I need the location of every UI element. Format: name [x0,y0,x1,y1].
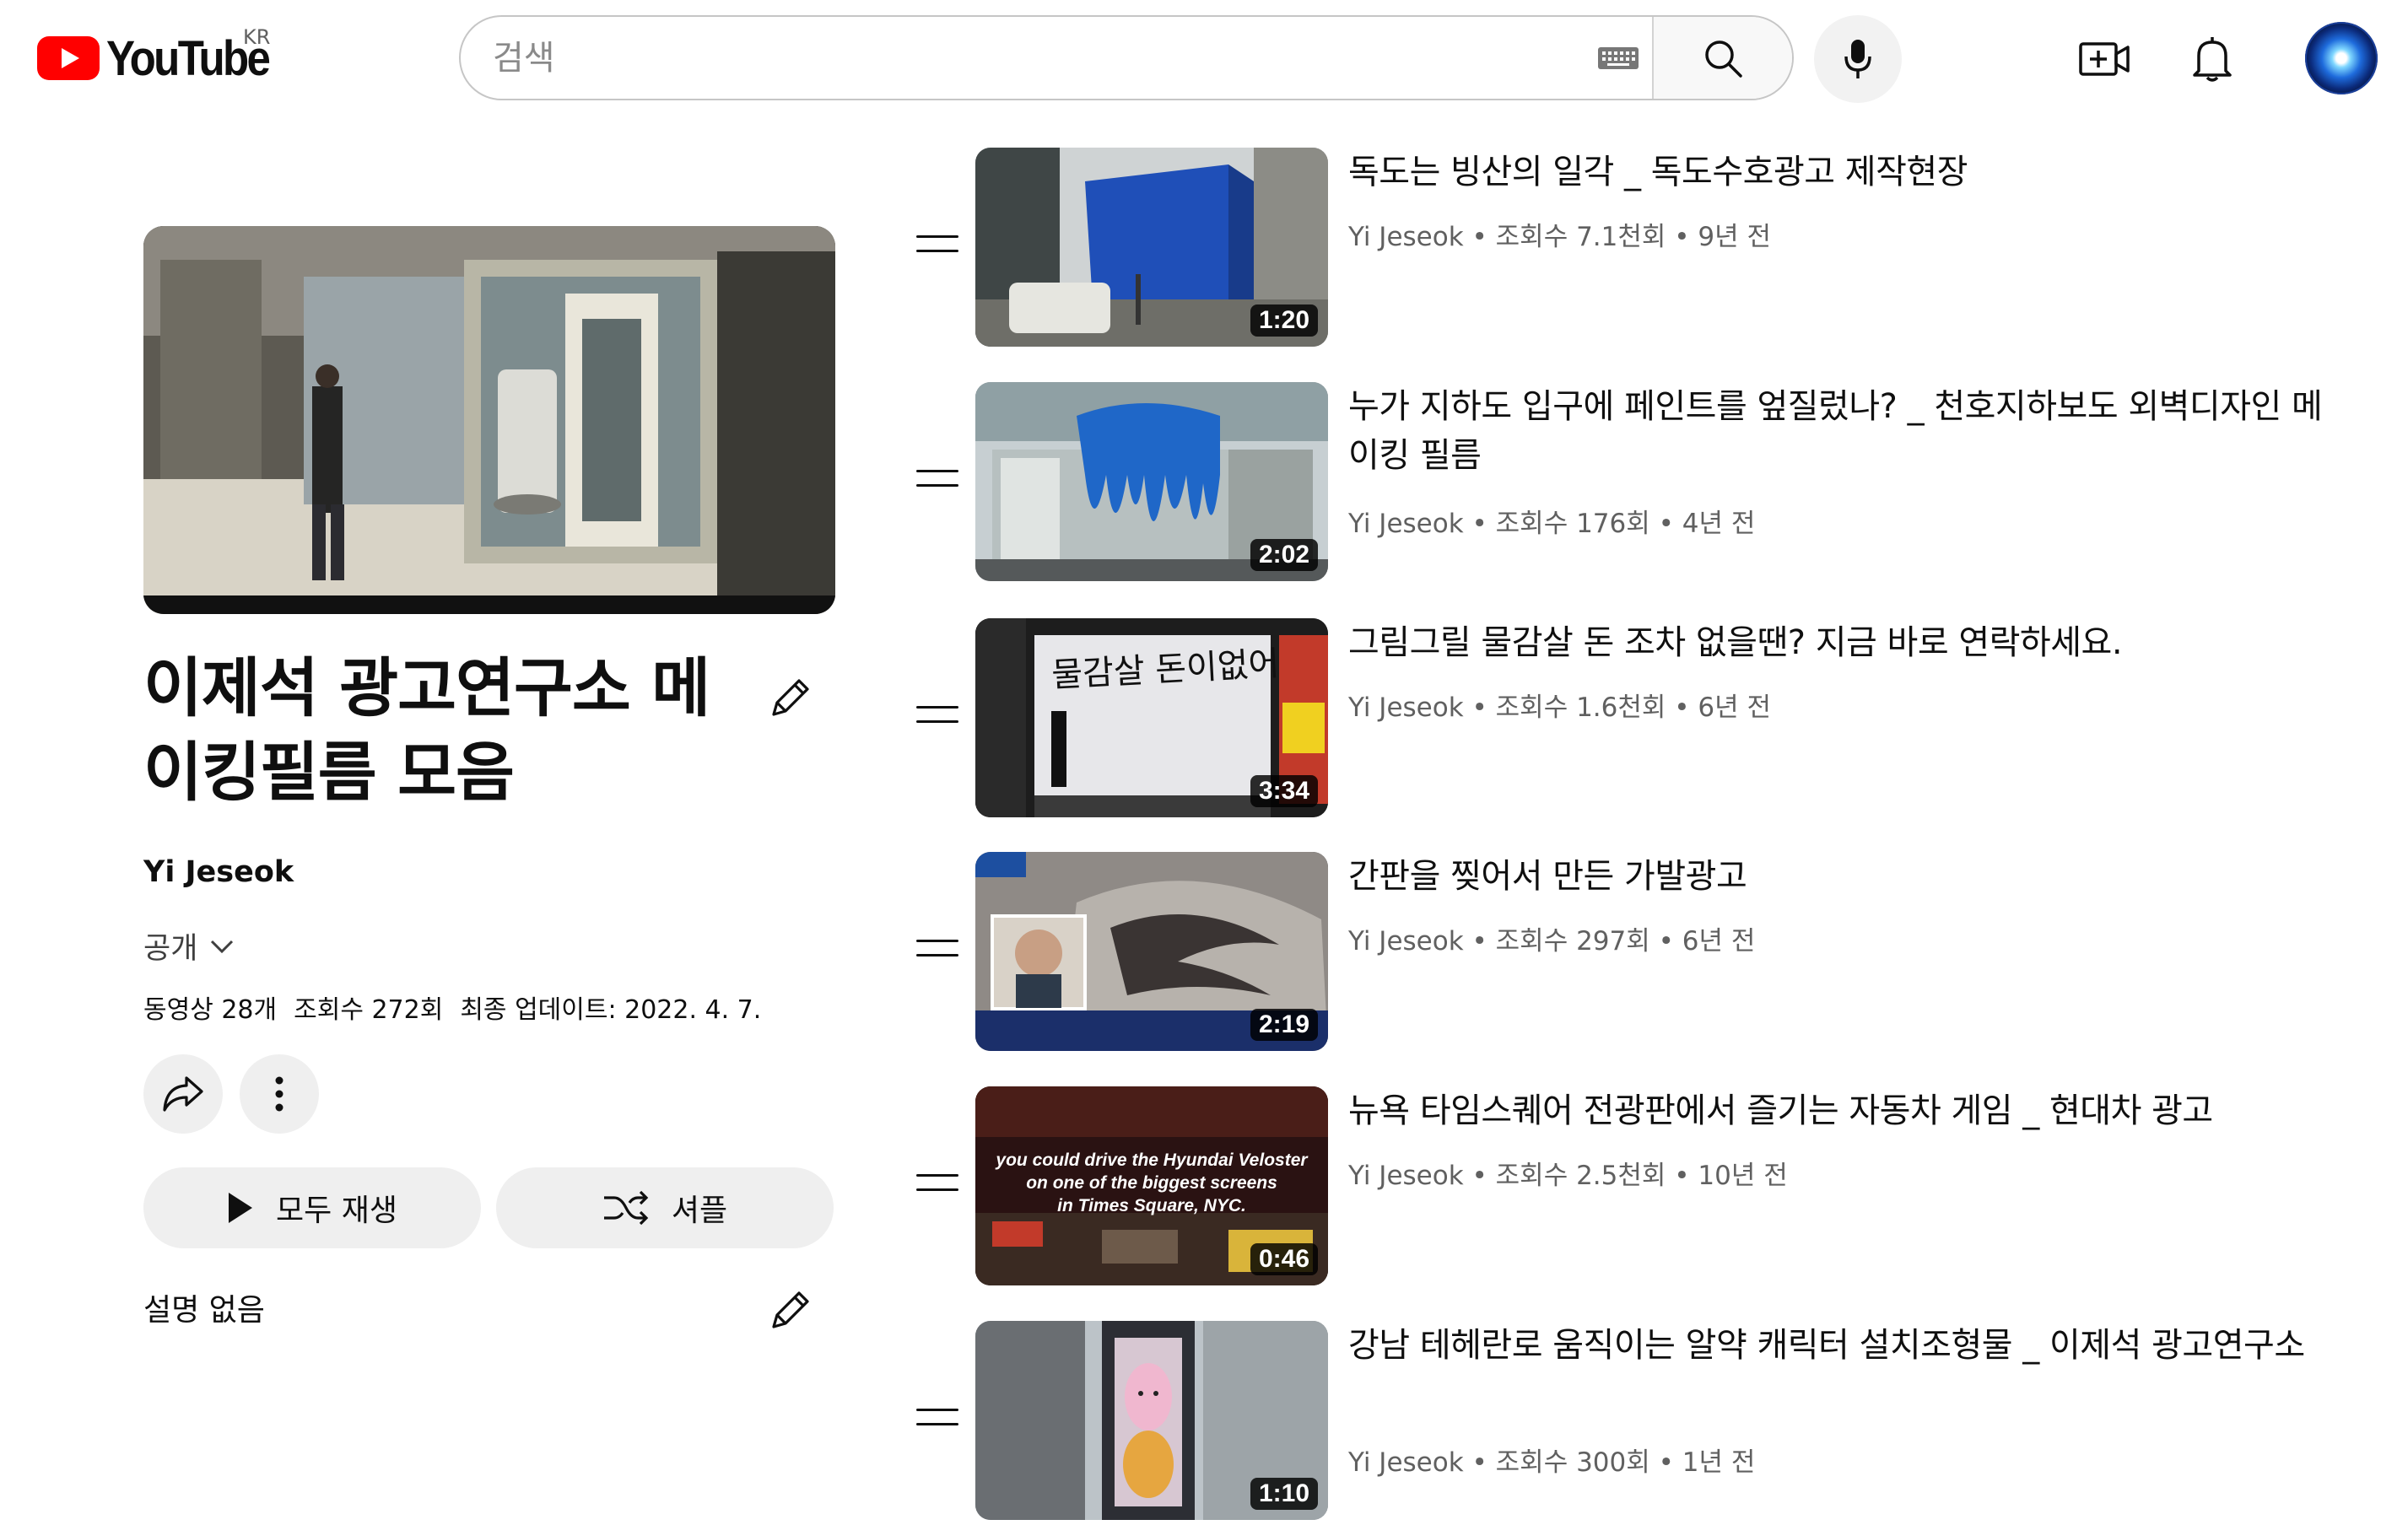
search-icon [1705,40,1742,78]
search-box [459,15,1794,100]
video-meta: Yi Jeseok • 조회수 176회 • 4년 전 [1348,509,1756,539]
video-title[interactable]: 그림그릴 물감살 돈 조차 없을땐? 지금 바로 연락하세요. [1348,618,2335,667]
playlist-stats: 동영상 28개 조회수 272회 최종 업데이트: 2022. 4. 7. [143,989,761,1026]
video-meta: Yi Jeseok • 조회수 2.5천회 • 10년 전 [1348,1161,1788,1191]
video-views: 조회수 1.6천회 [1495,692,1666,723]
playlist-video-item[interactable]: 2:02 누가 지하도 입구에 페인트를 엎질렀나? _ 천호지하보도 외벽디자… [911,382,2346,585]
create-video-icon[interactable] [2071,25,2138,93]
chevron-down-icon [211,940,234,953]
playlist-owner-link[interactable]: Yi Jeseok [143,855,294,889]
video-title[interactable]: 누가 지하도 입구에 페인트를 엎질렀나? _ 천호지하보도 외벽디자인 메이킹… [1348,382,2335,480]
playlist-hero-thumbnail[interactable] [143,226,835,614]
drag-handle-icon[interactable] [916,1409,958,1429]
play-all-label: 모두 재생 [276,1194,397,1228]
drag-handle-icon[interactable] [916,235,958,256]
video-channel[interactable]: Yi Jeseok [1348,222,1464,252]
last-updated: 최종 업데이트: 2022. 4. 7. [460,995,762,1025]
keyboard-icon[interactable] [1585,17,1652,99]
shuffle-button[interactable]: 셔플 [496,1167,834,1248]
video-duration: 2:19 [1250,1009,1318,1041]
edit-description-button[interactable] [759,1279,822,1341]
notifications-bell-icon[interactable] [2179,25,2246,93]
thumbnail-caption-line: in Times Square, NYC. [1057,1196,1246,1215]
video-channel[interactable]: Yi Jeseok [1348,509,1464,539]
video-title[interactable]: 독도는 빙산의 일각 _ 독도수호광고 제작현장 [1348,148,2335,197]
video-duration: 1:20 [1250,304,1318,337]
playlist-description: 설명 없음 [143,1293,265,1328]
pencil-icon [772,679,809,716]
video-duration: 2:02 [1250,539,1318,571]
video-title[interactable]: 간판을 찢어서 만든 가발광고 [1348,852,2335,901]
video-age: 6년 전 [1698,692,1772,723]
shuffle-icon [603,1190,649,1226]
share-icon [163,1076,203,1112]
youtube-logo[interactable]: YouTube KR [37,25,290,86]
video-age: 6년 전 [1682,926,1756,956]
more-actions-button[interactable] [240,1054,319,1134]
video-thumbnail[interactable]: 2:19 [975,852,1328,1051]
share-button[interactable] [143,1054,223,1134]
video-thumbnail[interactable]: 2:02 [975,382,1328,581]
view-count: 조회수 272회 [294,995,444,1025]
privacy-dropdown[interactable]: 공개 [143,924,235,967]
play-all-button[interactable]: 모두 재생 [143,1167,481,1248]
video-title[interactable]: 강남 테헤란로 움직이는 알약 캐릭터 설치조형물 _ 이제석 광고연구소 [1348,1321,2335,1370]
thumbnail-caption: you could drive the Hyundai Veloster on … [975,1149,1328,1217]
video-title[interactable]: 뉴욕 타임스퀘어 전광판에서 즐기는 자동차 게임 _ 현대차 광고 [1348,1086,2335,1135]
video-age: 10년 전 [1698,1161,1788,1191]
edit-title-button[interactable] [759,666,822,729]
thumbnail-caption-line: you could drive the Hyundai Veloster [996,1150,1308,1170]
video-duration: 1:10 [1250,1478,1318,1510]
search-input[interactable] [461,17,1585,99]
pencil-icon [772,1291,809,1328]
video-views: 조회수 297회 [1495,926,1650,956]
drag-handle-icon[interactable] [916,706,958,726]
youtube-play-logo-icon [37,36,100,80]
thumbnail-caption-line: on one of the biggest screens [1026,1173,1277,1193]
drag-handle-icon[interactable] [916,470,958,490]
more-vert-icon [275,1076,283,1112]
video-meta: Yi Jeseok • 조회수 7.1천회 • 9년 전 [1348,222,1772,252]
country-code: KR [243,25,271,49]
video-channel[interactable]: Yi Jeseok [1348,926,1464,956]
privacy-label: 공개 [143,932,198,966]
video-thumbnail[interactable]: 1:10 [975,1321,1328,1520]
voice-search-button[interactable] [1814,15,1902,103]
video-views: 조회수 2.5천회 [1495,1161,1666,1191]
playlist-title: 이제석 광고연구소 메이킹필름 모음 [143,650,710,810]
video-views: 조회수 300회 [1495,1447,1650,1478]
video-channel[interactable]: Yi Jeseok [1348,1447,1464,1478]
video-views: 조회수 176회 [1495,509,1650,539]
video-count: 동영상 28개 [143,995,278,1025]
video-duration: 0:46 [1250,1243,1318,1275]
shuffle-label: 셔플 [671,1194,728,1228]
playlist-video-item[interactable]: 1:10 강남 테헤란로 움직이는 알약 캐릭터 설치조형물 _ 이제석 광고연… [911,1321,2346,1523]
account-avatar[interactable] [2305,22,2378,94]
drag-handle-icon[interactable] [916,940,958,960]
video-views: 조회수 7.1천회 [1495,222,1666,252]
video-thumbnail[interactable]: 물감살 돈이없어 3:34 [975,618,1328,817]
video-meta: Yi Jeseok • 조회수 297회 • 6년 전 [1348,926,1756,956]
video-age: 4년 전 [1682,509,1756,539]
video-age: 1년 전 [1682,1447,1756,1478]
video-thumbnail[interactable]: you could drive the Hyundai Veloster on … [975,1086,1328,1285]
playlist-video-item[interactable]: 물감살 돈이없어 3:34 그림그릴 물감살 돈 조차 없을땐? 지금 바로 연… [911,618,2346,821]
video-meta: Yi Jeseok • 조회수 300회 • 1년 전 [1348,1447,1756,1478]
drag-handle-icon[interactable] [916,1174,958,1194]
video-channel[interactable]: Yi Jeseok [1348,1161,1464,1191]
video-age: 9년 전 [1698,222,1772,252]
video-channel[interactable]: Yi Jeseok [1348,692,1464,723]
play-icon [229,1193,253,1223]
playlist-video-item[interactable]: you could drive the Hyundai Veloster on … [911,1086,2346,1289]
video-thumbnail[interactable]: 1:20 [975,148,1328,347]
video-meta: Yi Jeseok • 조회수 1.6천회 • 6년 전 [1348,692,1772,723]
video-duration: 3:34 [1250,775,1318,807]
playlist-video-item[interactable]: 2:19 간판을 찢어서 만든 가발광고 Yi Jeseok • 조회수 297… [911,852,2346,1054]
playlist-video-item[interactable]: 1:20 독도는 빙산의 일각 _ 독도수호광고 제작현장 Yi Jeseok … [911,148,2346,350]
search-button[interactable] [1652,17,1792,99]
mic-icon [1844,40,1871,78]
